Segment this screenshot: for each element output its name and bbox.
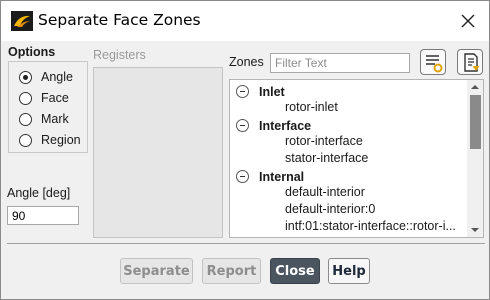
radio-mark[interactable]: Mark: [19, 110, 69, 128]
collapse-icon[interactable]: [236, 85, 249, 98]
select-all-button[interactable]: [457, 49, 483, 75]
collapse-icon[interactable]: [236, 119, 249, 132]
list-filter-icon: [426, 55, 443, 73]
radio-label: Region: [41, 133, 81, 147]
dialog-title: Separate Face Zones: [38, 11, 201, 29]
zones-scrollbar[interactable]: [467, 80, 483, 237]
zone-group-label: Internal: [259, 169, 305, 184]
angle-input[interactable]: [7, 206, 79, 225]
radio-face[interactable]: Face: [19, 89, 69, 107]
scroll-up-icon[interactable]: [467, 80, 483, 94]
registers-label: Registers: [93, 48, 146, 62]
zone-item[interactable]: default-interior: [285, 185, 365, 202]
zone-group-inlet[interactable]: Inlet: [236, 83, 285, 100]
angle-label: Angle [deg]: [7, 186, 71, 200]
zones-list[interactable]: Inlet rotor-inlet Interface rotor-interf…: [229, 79, 484, 238]
radio-button[interactable]: [19, 91, 32, 105]
help-button[interactable]: Help: [328, 258, 370, 284]
options-label: Options: [8, 45, 56, 59]
zone-item[interactable]: rotor-interface: [285, 134, 363, 151]
scroll-down-icon[interactable]: [467, 223, 483, 237]
radio-region[interactable]: Region: [19, 131, 81, 149]
zone-item[interactable]: intf:01:stator-interface::rotor-i...: [285, 219, 456, 236]
title-bar: Separate Face Zones: [1, 1, 489, 41]
radio-label: Mark: [41, 112, 69, 126]
radio-angle[interactable]: Angle: [19, 68, 73, 86]
zone-group-label: Interface: [259, 118, 312, 133]
zone-group-internal[interactable]: Internal: [236, 168, 304, 185]
fluent-app-icon: [11, 11, 33, 31]
select-filter-button[interactable]: [420, 49, 446, 75]
select-list-icon: [464, 53, 480, 72]
zone-item[interactable]: stator-interface: [285, 151, 368, 168]
zones-label: Zones: [229, 55, 264, 69]
separate-face-zones-dialog: Separate Face Zones Options Angle Face M…: [0, 0, 490, 300]
zone-group-interface[interactable]: Interface: [236, 117, 311, 134]
close-button[interactable]: Close: [270, 258, 320, 284]
scroll-thumb[interactable]: [470, 95, 481, 149]
zone-group-label: Inlet: [259, 84, 285, 99]
zone-item[interactable]: rotor-inlet: [285, 100, 338, 117]
close-icon[interactable]: [456, 9, 480, 33]
radio-button[interactable]: [19, 133, 32, 147]
options-group: Angle Face Mark Region: [8, 61, 88, 153]
filter-text-input[interactable]: [270, 53, 410, 73]
radio-button[interactable]: [19, 70, 32, 84]
zone-item[interactable]: default-interior:0: [285, 202, 375, 219]
report-button[interactable]: Report: [202, 258, 261, 284]
radio-label: Face: [41, 91, 69, 105]
divider: [7, 243, 485, 244]
registers-list: [93, 67, 223, 238]
radio-label: Angle: [41, 70, 73, 84]
radio-button[interactable]: [19, 112, 32, 126]
collapse-icon[interactable]: [236, 170, 249, 183]
separate-button[interactable]: Separate: [120, 258, 193, 284]
